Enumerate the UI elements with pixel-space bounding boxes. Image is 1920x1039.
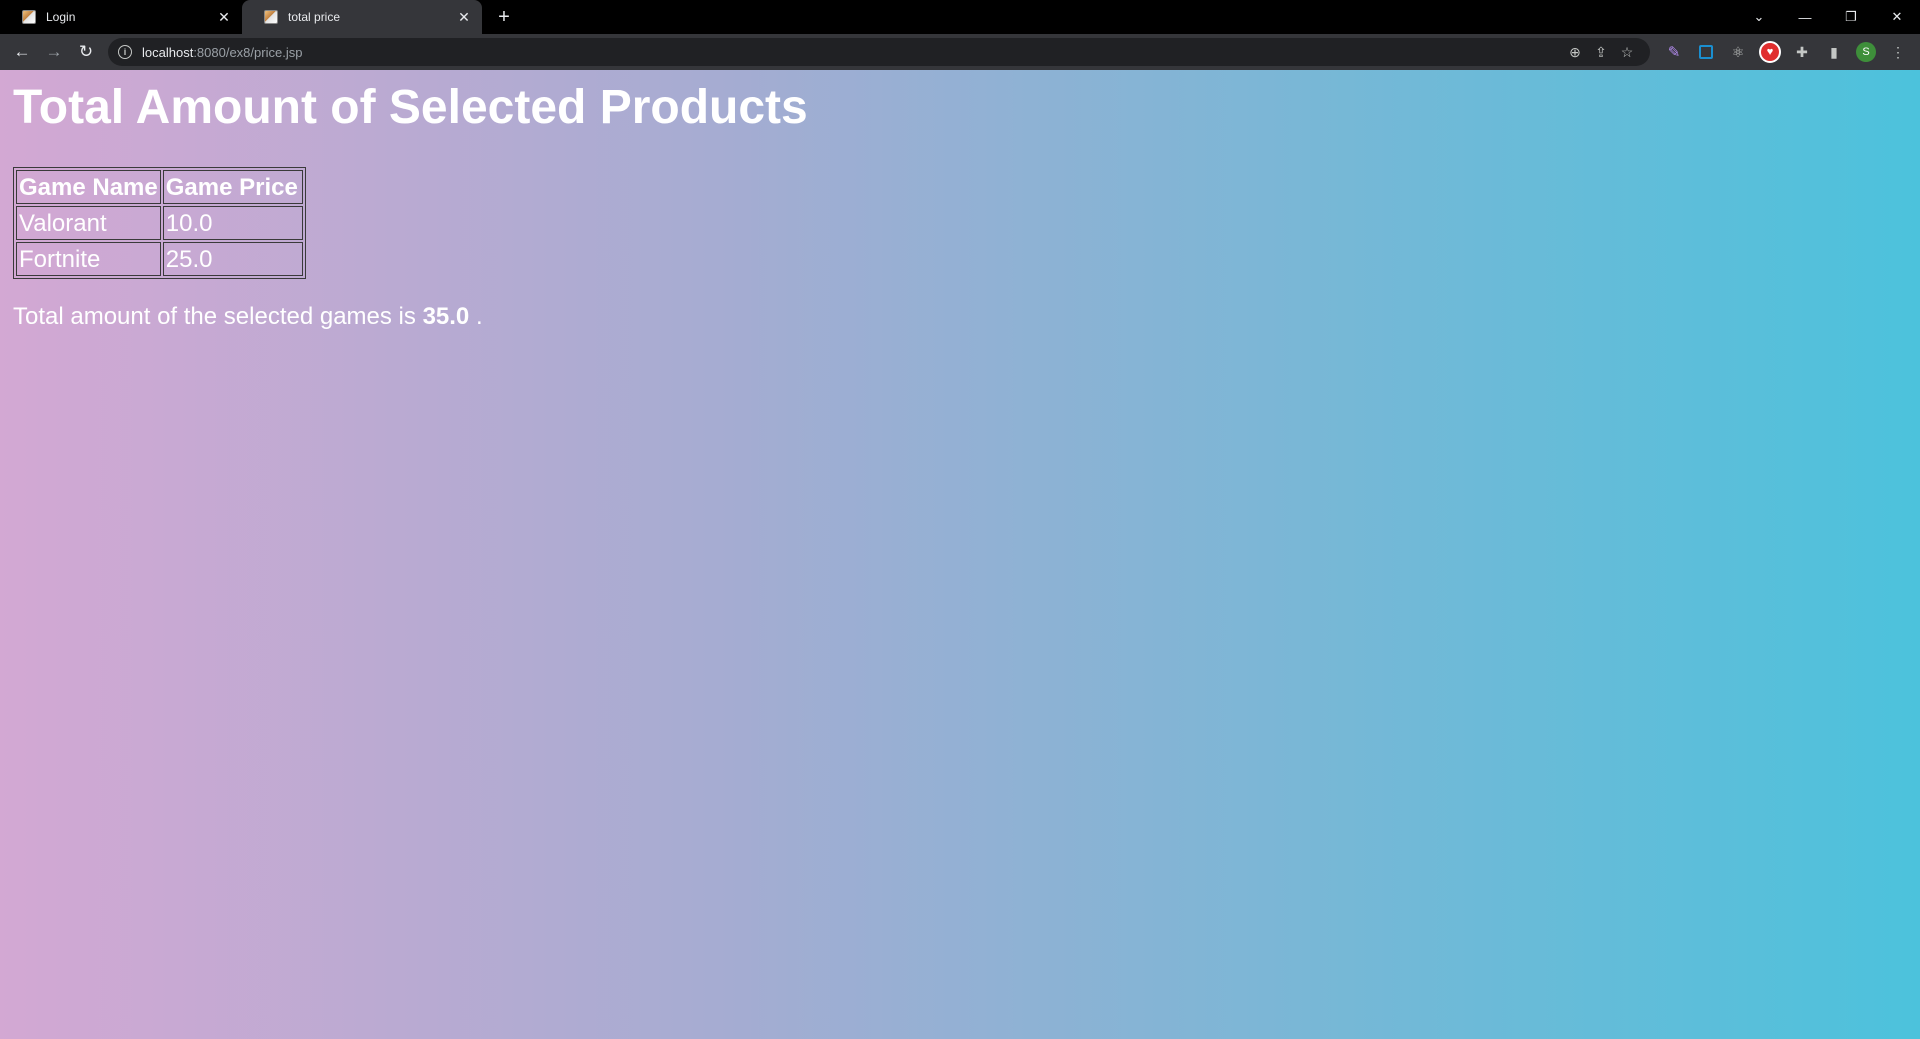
- game-name-cell: Fortnite: [16, 242, 161, 277]
- tab-search-icon[interactable]: ⌄: [1736, 2, 1782, 32]
- page-favicon-icon: [264, 10, 278, 24]
- bookmark-star-icon[interactable]: ☆: [1614, 40, 1640, 64]
- total-amount-text: Total amount of the selected games is 35…: [13, 303, 1920, 331]
- selected-products-table: Game Name Game Price Valorant 10.0 Fortn…: [13, 167, 306, 280]
- close-window-button[interactable]: ✕: [1874, 2, 1920, 32]
- game-name-cell: Valorant: [16, 206, 161, 241]
- url-path: :8080/ex8/price.jsp: [193, 44, 303, 60]
- close-tab-icon[interactable]: ✕: [216, 9, 232, 25]
- browser-toolbar: ← → ↻ i localhost:8080/ex8/price.jsp ⊕ ⇪…: [0, 34, 1920, 70]
- tab-strip: Login ✕ total price ✕ + ⌄ — ❐ ✕: [0, 0, 1920, 34]
- game-price-cell: 10.0: [162, 206, 303, 241]
- window-controls: ⌄ — ❐ ✕: [1736, 0, 1920, 34]
- total-prefix: Total amount of the selected games is: [13, 303, 416, 331]
- page-favicon-icon: [22, 10, 36, 24]
- tab-total-price[interactable]: total price ✕: [242, 0, 482, 34]
- restore-button[interactable]: ❐: [1828, 2, 1874, 32]
- site-info-icon[interactable]: i: [118, 45, 132, 59]
- forward-button[interactable]: →: [38, 38, 70, 66]
- url-host: localhost: [142, 44, 194, 60]
- table-row: Fortnite 25.0: [16, 242, 303, 277]
- extension-react-icon[interactable]: ⚛: [1722, 38, 1754, 66]
- browser-window: Login ✕ total price ✕ + ⌄ — ❐ ✕ ← → ↻ i …: [0, 0, 1920, 1039]
- game-price-cell: 25.0: [162, 242, 303, 277]
- new-tab-button[interactable]: +: [490, 0, 518, 34]
- tab-title: Login: [46, 10, 76, 24]
- close-tab-icon[interactable]: ✕: [456, 9, 472, 25]
- minimize-button[interactable]: —: [1782, 2, 1828, 32]
- extension-screenshot-icon[interactable]: [1690, 38, 1722, 66]
- profile-avatar[interactable]: S: [1850, 38, 1882, 66]
- total-suffix: .: [475, 303, 483, 331]
- table-header-row: Game Name Game Price: [16, 170, 303, 205]
- menu-kebab-icon[interactable]: ⋮: [1882, 38, 1914, 66]
- page-viewport: Total Amount of Selected Products Game N…: [0, 70, 1920, 1039]
- extensions-puzzle-icon[interactable]: ✚: [1786, 38, 1818, 66]
- page-title: Total Amount of Selected Products: [13, 81, 808, 134]
- tab-title: total price: [288, 10, 341, 24]
- share-icon[interactable]: ⇪: [1588, 40, 1614, 64]
- total-amount-value: 35.0: [422, 303, 470, 331]
- zoom-icon[interactable]: ⊕: [1562, 40, 1588, 64]
- column-header-game-price: Game Price: [162, 170, 303, 205]
- extension-feather-icon[interactable]: ✎: [1658, 38, 1690, 66]
- back-button[interactable]: ←: [6, 38, 38, 66]
- column-header-game-name: Game Name: [16, 170, 161, 205]
- extension-shield-icon[interactable]: ♥: [1754, 38, 1786, 66]
- reload-button[interactable]: ↻: [70, 38, 102, 66]
- tab-login[interactable]: Login ✕: [0, 0, 242, 34]
- side-panel-icon[interactable]: ▮: [1818, 38, 1850, 66]
- address-bar[interactable]: i localhost:8080/ex8/price.jsp ⊕ ⇪ ☆: [108, 38, 1650, 66]
- table-row: Valorant 10.0: [16, 206, 303, 241]
